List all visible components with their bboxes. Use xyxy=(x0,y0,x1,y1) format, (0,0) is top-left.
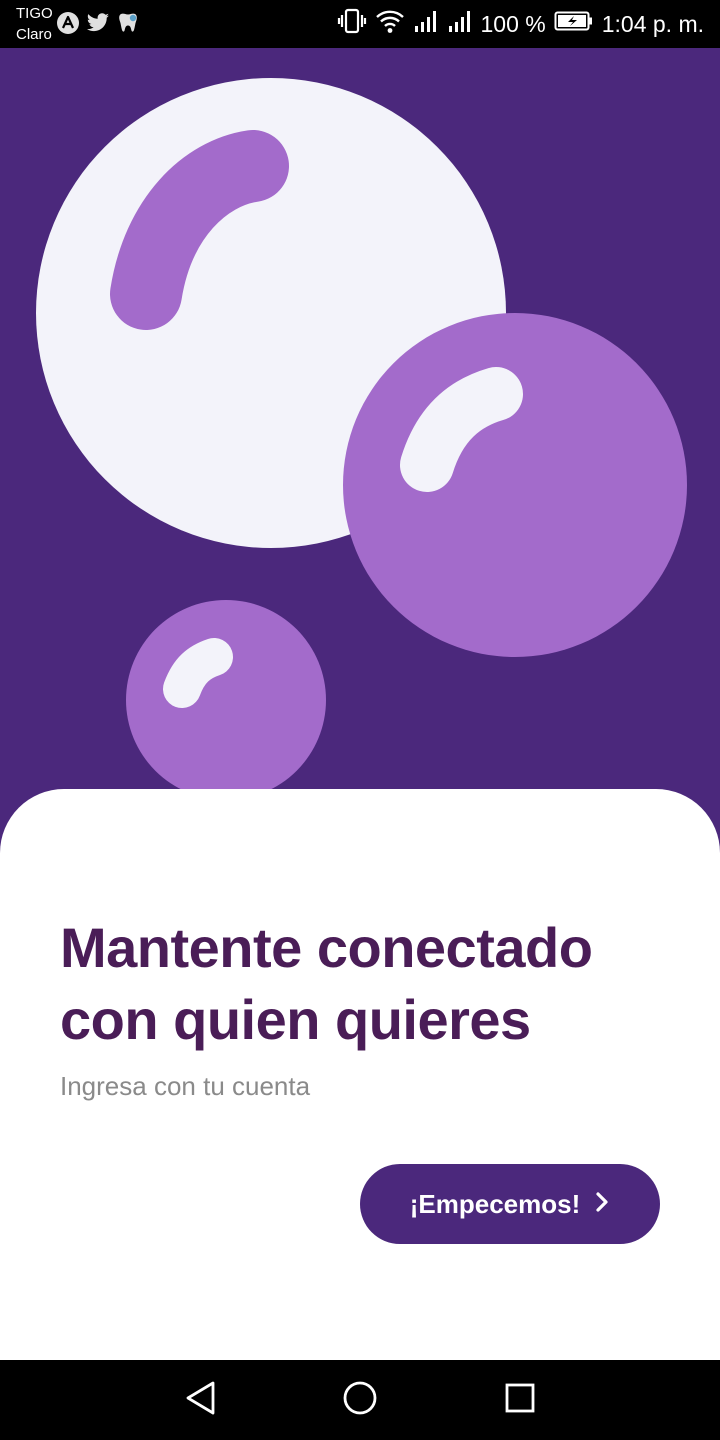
onboarding-subtitle: Ingresa con tu cuenta xyxy=(60,1071,311,1101)
onboarding-title: Mantente conectado con quien quieres xyxy=(60,916,593,1051)
home-icon xyxy=(342,1380,378,1421)
status-right: 100 % 1:04 p. m. xyxy=(337,8,704,40)
notification-icons xyxy=(56,11,140,40)
carrier-secondary: Claro xyxy=(16,26,52,43)
battery-charging-icon xyxy=(554,10,594,38)
hero-illustration xyxy=(0,48,720,868)
bubbles-illustration xyxy=(36,78,687,800)
app-a-icon xyxy=(56,11,80,40)
tooth-app-icon xyxy=(116,11,140,40)
start-button[interactable]: ¡Empecemos! xyxy=(360,1164,660,1244)
signal-icon xyxy=(413,8,439,40)
carrier-primary: TIGO xyxy=(16,5,53,22)
wifi-icon xyxy=(375,8,405,40)
small-bubble xyxy=(126,600,326,800)
status-bar: TIGO Claro 100 % 1:04 p. m. xyxy=(0,0,720,48)
home-button[interactable] xyxy=(336,1376,384,1424)
clock: 1:04 p. m. xyxy=(601,10,704,37)
navigation-bar xyxy=(0,1360,720,1440)
signal-icon xyxy=(447,8,473,40)
back-icon xyxy=(183,1380,217,1421)
vibrate-icon xyxy=(337,8,367,40)
chevron-right-icon xyxy=(594,1189,610,1220)
battery-percentage: 100 % xyxy=(480,10,546,37)
start-button-label: ¡Empecemos! xyxy=(409,1188,581,1219)
carrier-labels: TIGO Claro xyxy=(16,4,53,46)
recents-icon xyxy=(504,1382,536,1419)
medium-bubble xyxy=(343,313,687,657)
recents-button[interactable] xyxy=(496,1376,544,1424)
twitter-icon xyxy=(86,12,110,39)
back-button[interactable] xyxy=(176,1376,224,1424)
